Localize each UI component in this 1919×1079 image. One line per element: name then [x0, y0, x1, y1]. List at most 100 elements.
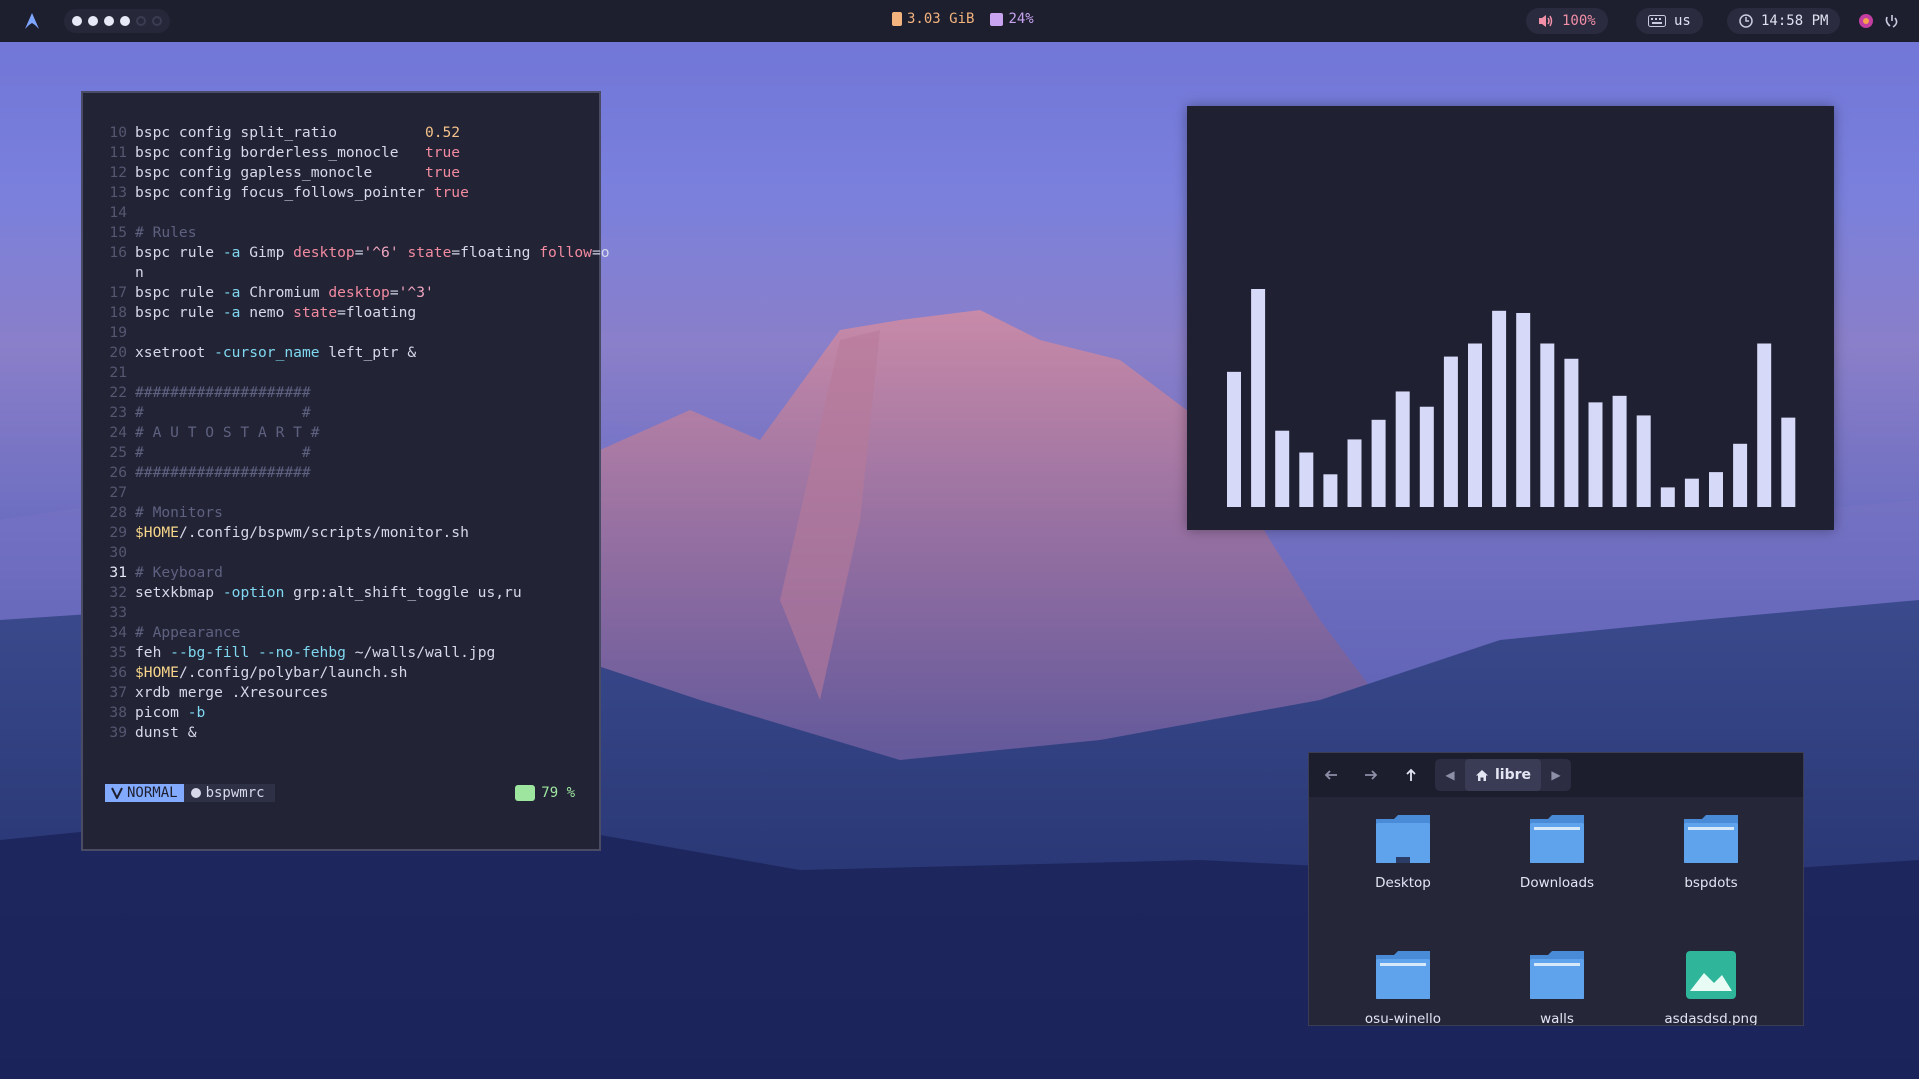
visualizer-bar [1371, 419, 1386, 507]
mode-label: NORMAL [127, 785, 178, 801]
code-line: n [135, 264, 144, 281]
folder-icon [1684, 815, 1738, 863]
arrow-up-icon [1406, 768, 1416, 781]
cpu-icon [990, 12, 1004, 26]
visualizer-bar [1516, 312, 1531, 507]
code-line: 31 # Keyboard [103, 563, 593, 583]
file-label: Downloads [1519, 875, 1595, 891]
code-line: 13 bspc config focus_follows_pointer true [109, 184, 469, 201]
code-line: 21 [109, 364, 127, 381]
visualizer-bar [1347, 439, 1362, 507]
workspace-4[interactable] [120, 16, 130, 26]
file-manager-window[interactable]: ◀ libre ▶ Desktop Downloads bspdots osu-… [1308, 752, 1804, 1026]
folder-icon [1530, 951, 1584, 999]
breadcrumb-prev-icon[interactable]: ◀ [1435, 768, 1465, 782]
visualizer-bar [1275, 430, 1290, 507]
keyboard-layout-value: us [1674, 13, 1691, 29]
memory-value: 3.03 GiB [907, 11, 975, 27]
file-item-walls[interactable]: walls [1487, 949, 1627, 1026]
folder-desktop-icon [1376, 815, 1430, 863]
file-indicator: bspwmrc [183, 784, 275, 802]
code-line: 19 [109, 324, 127, 341]
color-picker-icon[interactable] [1858, 13, 1874, 29]
volume-module[interactable]: 100% [1526, 8, 1608, 34]
home-icon [1476, 769, 1488, 781]
power-menu-icon[interactable] [1884, 13, 1900, 29]
visualizer-bars [1227, 289, 1796, 507]
code-line: 32 setxkbmap -option grp:alt_shift_toggle… [109, 584, 522, 601]
code-line: 27 [109, 484, 127, 501]
code-line: 37 xrdb merge .Xresources [109, 684, 329, 701]
editor-buffer[interactable]: 10 bspc config split_ratio 0.52 11 bspc co… [103, 123, 610, 743]
workspace-3[interactable] [104, 16, 114, 26]
image-file-icon [1686, 951, 1736, 999]
file-item-bspdots[interactable]: bspdots [1641, 813, 1781, 891]
code-line: 18 bspc rule -a nemo state=floating [109, 304, 417, 321]
code-line: 20 xsetroot -cursor_name left_ptr & [109, 344, 417, 361]
file-item-image[interactable]: asdasdsd.png [1641, 949, 1781, 1026]
terminal-window[interactable]: 10 bspc config split_ratio 0.52 11 bspc co… [81, 91, 610, 851]
code-line: 38 picom -b [109, 704, 206, 721]
mode-indicator: NORMAL [105, 784, 184, 802]
code-line: 30 [109, 544, 127, 561]
visualizer-bar [1588, 402, 1603, 507]
visualizer-bar [1395, 391, 1410, 507]
arrow-right-icon [1365, 770, 1378, 780]
folder-icon [1376, 951, 1430, 999]
code-line: 11 bspc config borderless_monocle true [109, 144, 461, 161]
code-line: 15 # Rules [109, 224, 197, 241]
file-label: osu-winello [1364, 1011, 1442, 1026]
arch-logo-icon[interactable] [22, 11, 42, 31]
clock-value: 14:58 PM [1761, 13, 1829, 29]
back-button[interactable] [1319, 763, 1343, 787]
keyboard-layout-module[interactable]: us [1636, 8, 1703, 34]
cpu-value: 24% [1008, 11, 1034, 27]
visualizer-bar [1419, 406, 1434, 507]
current-folder-label: libre [1495, 767, 1532, 783]
system-stats: 3.03 GiB 24% [892, 11, 1034, 27]
code-line: 34 # Appearance [109, 624, 241, 641]
file-label: walls [1540, 1011, 1574, 1026]
visualizer-bar [1251, 289, 1266, 507]
folder-icon [1530, 815, 1584, 863]
forward-button[interactable] [1359, 763, 1383, 787]
file-manager-toolbar: ◀ libre ▶ [1309, 753, 1803, 797]
workspace-5[interactable] [136, 16, 146, 26]
editor-statusline: NORMAL bspwmrc 79 % [105, 783, 575, 803]
file-item-desktop[interactable]: Desktop [1333, 813, 1473, 891]
memory-icon [892, 12, 902, 26]
breadcrumb-next-icon[interactable]: ▶ [1541, 768, 1571, 782]
code-line: 14 [109, 204, 127, 221]
code-line: 29 $HOME/.config/bspwm/scripts/monitor.sh [109, 524, 469, 541]
workspace-1[interactable] [72, 16, 82, 26]
clock-module[interactable]: 14:58 PM [1727, 8, 1841, 34]
code-line: 22 #################### [109, 384, 311, 401]
audio-visualizer-window[interactable] [1187, 106, 1834, 530]
code-line: 17 bspc rule -a Chromium desktop='^3' [109, 284, 434, 301]
workspace-2[interactable] [88, 16, 98, 26]
file-item-osu-winello[interactable]: osu-winello [1333, 949, 1473, 1026]
code-line: 16 bspc rule -a Gimp desktop='^6' state=f… [109, 244, 610, 261]
workspace-6[interactable] [152, 16, 162, 26]
visualizer-bar [1660, 487, 1675, 507]
top-bar: 3.03 GiB 24% 100% us 14:58 PM [0, 0, 1919, 42]
visualizer-bar [1709, 472, 1723, 507]
visualizer-bar [1323, 474, 1338, 507]
breadcrumb: ◀ libre ▶ [1435, 759, 1572, 791]
code-line: 25 # # [109, 444, 311, 461]
visualizer-bar [1468, 343, 1482, 507]
code-line: 23 # # [109, 404, 311, 421]
visualizer-bar [1781, 417, 1796, 507]
code-line: 24 # A U T O S T A R T # [109, 424, 320, 441]
breadcrumb-current[interactable]: libre [1465, 759, 1542, 791]
file-label: asdasdsd.png [1664, 1011, 1758, 1026]
file-item-downloads[interactable]: Downloads [1487, 813, 1627, 891]
code-line: 12 bspc config gapless_monocle true [109, 164, 461, 181]
visualizer-bar [1612, 395, 1627, 507]
memory-module: 3.03 GiB [892, 11, 974, 27]
code-line: 33 [109, 604, 127, 621]
volume-value: 100% [1562, 13, 1596, 29]
speaker-icon [1539, 15, 1553, 27]
up-button[interactable] [1399, 763, 1423, 787]
file-icon [190, 788, 201, 798]
